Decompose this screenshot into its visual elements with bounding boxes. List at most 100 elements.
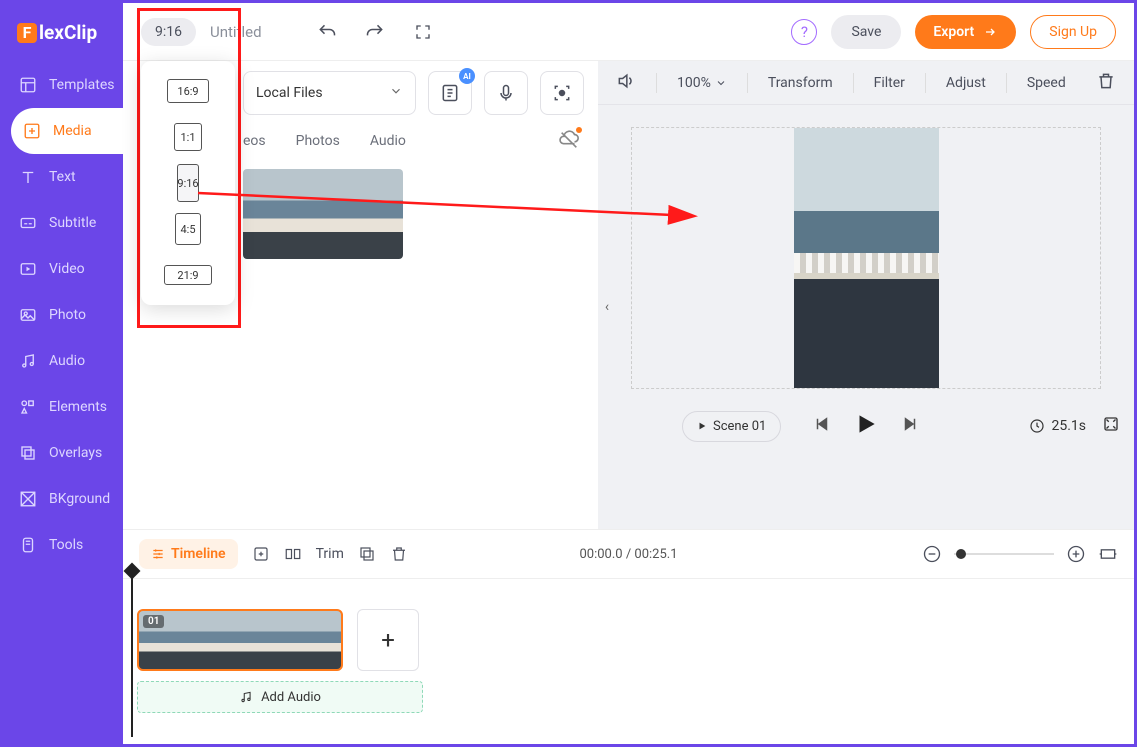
audio-icon (19, 352, 37, 370)
duplicate-button[interactable] (358, 545, 376, 563)
undo-button[interactable] (310, 15, 344, 49)
tools-icon (19, 536, 37, 554)
chevron-down-icon (389, 84, 403, 102)
fit-button[interactable] (1098, 544, 1118, 564)
cloud-sync-button[interactable] (558, 129, 580, 155)
fullscreen-button (406, 15, 440, 49)
record-audio-button[interactable] (484, 71, 528, 115)
aspect-ratio-button[interactable]: 9:16 (141, 18, 196, 46)
sidebar-item-tools[interactable]: Tools (3, 522, 123, 568)
tab-videos[interactable]: eos (243, 133, 266, 149)
split-button[interactable] (284, 545, 302, 563)
preview-video[interactable] (794, 128, 939, 388)
save-button[interactable]: Save (831, 15, 901, 49)
aspect-ratio-dropdown: 16:9 1:1 9:16 4:5 21:9 (141, 61, 235, 305)
duration-display: 25.1s (1029, 418, 1086, 434)
sidebar-item-subtitle[interactable]: Subtitle (3, 200, 123, 246)
trim-button[interactable]: Trim (316, 546, 344, 562)
aspect-box: 21:9 (164, 265, 212, 285)
transform-button[interactable]: Transform (768, 75, 833, 91)
timeline-clip[interactable]: 01 (137, 609, 343, 671)
collapse-panel-button[interactable]: ‹ (598, 283, 616, 331)
zoom-in-button[interactable] (1066, 544, 1086, 564)
tab-photos[interactable]: Photos (296, 133, 340, 149)
sidebar-item-overlays[interactable]: Overlays (3, 430, 123, 476)
text-icon (19, 168, 37, 186)
topbar: 9:16 Untitled ? Save Export Sign Up (123, 3, 1134, 61)
export-button[interactable]: Export (915, 15, 1016, 49)
timeline: 01 + Add Audio (123, 579, 1134, 744)
play-button[interactable] (853, 411, 879, 441)
sidebar-label: Video (49, 261, 85, 277)
sidebar-item-elements[interactable]: Elements (3, 384, 123, 430)
add-scene-button[interactable] (252, 545, 270, 563)
preview-panel: 100% Transform Filter Adjust Speed Scene… (598, 61, 1134, 529)
sidebar-label: Subtitle (49, 215, 96, 231)
sidebar-label: Overlays (49, 445, 102, 461)
media-icon (23, 122, 41, 140)
export-label: Export (933, 24, 974, 40)
help-button[interactable]: ? (791, 19, 817, 45)
delete-clip-button[interactable] (390, 545, 408, 563)
script-button[interactable]: AI (428, 71, 472, 115)
aspect-box: 16:9 (167, 79, 209, 103)
timeline-mode-button[interactable]: Timeline (139, 539, 238, 569)
signup-button[interactable]: Sign Up (1030, 15, 1116, 49)
local-files-label: Local Files (256, 85, 323, 101)
sidebar-item-audio[interactable]: Audio (3, 338, 123, 384)
add-audio-label: Add Audio (261, 690, 321, 705)
scene-selector[interactable]: Scene 01 (682, 411, 781, 442)
preview-toolbar: 100% Transform Filter Adjust Speed (598, 61, 1134, 105)
aspect-option-21-9[interactable]: 21:9 (153, 255, 223, 295)
local-files-dropdown[interactable]: Local Files (243, 71, 416, 115)
aspect-option-9-16[interactable]: 9:16 (153, 163, 223, 203)
sidebar-label: Photo (49, 307, 86, 323)
sidebar-item-media[interactable]: Media (11, 108, 123, 154)
elements-icon (19, 398, 37, 416)
prev-button[interactable] (813, 415, 831, 437)
logo[interactable]: FlexClip (3, 15, 123, 62)
overlays-icon (19, 444, 37, 462)
sidebar: FlexClip Templates Media Text Subtitle V… (3, 3, 123, 744)
sidebar-label: Tools (49, 537, 83, 553)
add-audio-button[interactable]: Add Audio (137, 681, 423, 713)
aspect-box: 4:5 (175, 213, 201, 245)
adjust-button[interactable]: Adjust (946, 75, 986, 91)
timeline-time: 00:00.0 / 00:25.1 (579, 547, 677, 562)
sidebar-item-video[interactable]: Video (3, 246, 123, 292)
sidebar-label: Templates (49, 77, 115, 93)
zoom-out-button[interactable] (922, 544, 942, 564)
zoom-value: 100% (677, 75, 711, 91)
zoom-dropdown[interactable]: 100% (677, 75, 727, 91)
playhead[interactable] (131, 567, 133, 737)
sidebar-item-text[interactable]: Text (3, 154, 123, 200)
zoom-slider[interactable] (954, 553, 1054, 555)
speed-button[interactable]: Speed (1027, 75, 1066, 91)
aspect-box: 9:16 (177, 164, 199, 202)
media-thumbnail[interactable] (243, 169, 403, 259)
fullscreen-preview-button[interactable] (1102, 415, 1120, 437)
playback-controls: Scene 01 25.1s (598, 401, 1134, 451)
logo-text: lexClip (39, 21, 97, 44)
delete-button[interactable] (1096, 71, 1116, 95)
next-button[interactable] (901, 415, 919, 437)
record-screen-button[interactable] (540, 71, 584, 115)
clip-number: 01 (143, 615, 164, 628)
preview-canvas[interactable] (631, 127, 1101, 389)
add-clip-button[interactable]: + (357, 609, 419, 671)
sidebar-item-bkground[interactable]: BKground (3, 476, 123, 522)
timeline-label: Timeline (171, 546, 226, 562)
duration-text: 25.1s (1051, 418, 1086, 434)
filter-button[interactable]: Filter (874, 75, 905, 91)
templates-icon (19, 76, 37, 94)
sidebar-item-photo[interactable]: Photo (3, 292, 123, 338)
project-title[interactable]: Untitled (210, 23, 262, 41)
volume-button[interactable] (616, 71, 636, 95)
sidebar-item-templates[interactable]: Templates (3, 62, 123, 108)
timeline-toolbar: Timeline Trim 00:00.0 / 00:25.1 (123, 529, 1134, 579)
aspect-option-1-1[interactable]: 1:1 (153, 117, 223, 157)
aspect-option-4-5[interactable]: 4:5 (153, 209, 223, 249)
redo-button[interactable] (358, 15, 392, 49)
aspect-option-16-9[interactable]: 16:9 (153, 71, 223, 111)
tab-audio[interactable]: Audio (370, 133, 406, 149)
